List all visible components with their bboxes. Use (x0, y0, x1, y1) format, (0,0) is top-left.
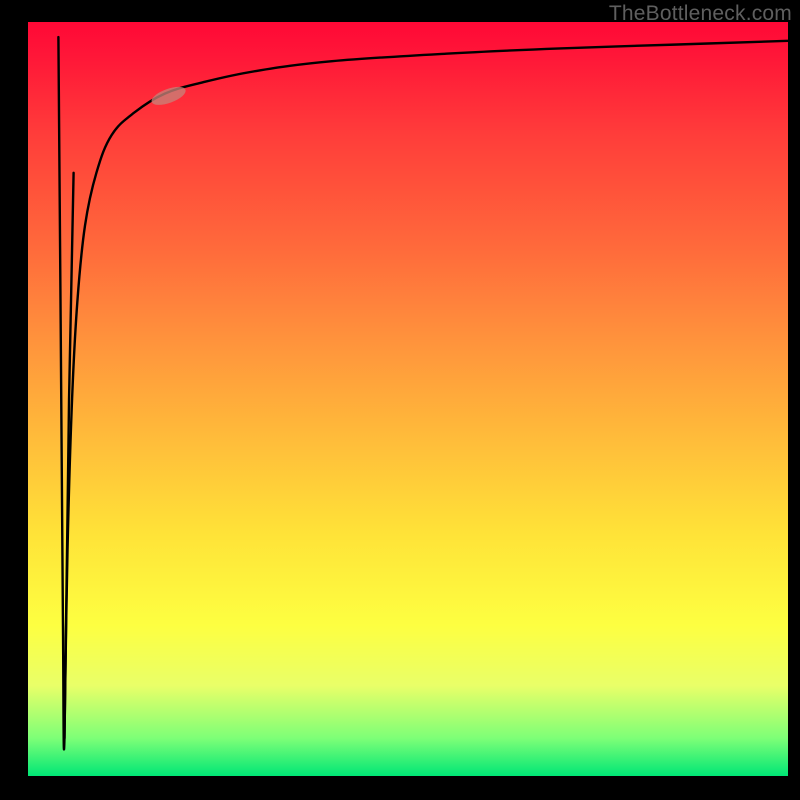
curve-layer (0, 0, 800, 800)
main-curve-line (64, 41, 788, 738)
chart-frame: TheBottleneck.com (0, 0, 800, 800)
watermark-text: TheBottleneck.com (609, 2, 792, 26)
